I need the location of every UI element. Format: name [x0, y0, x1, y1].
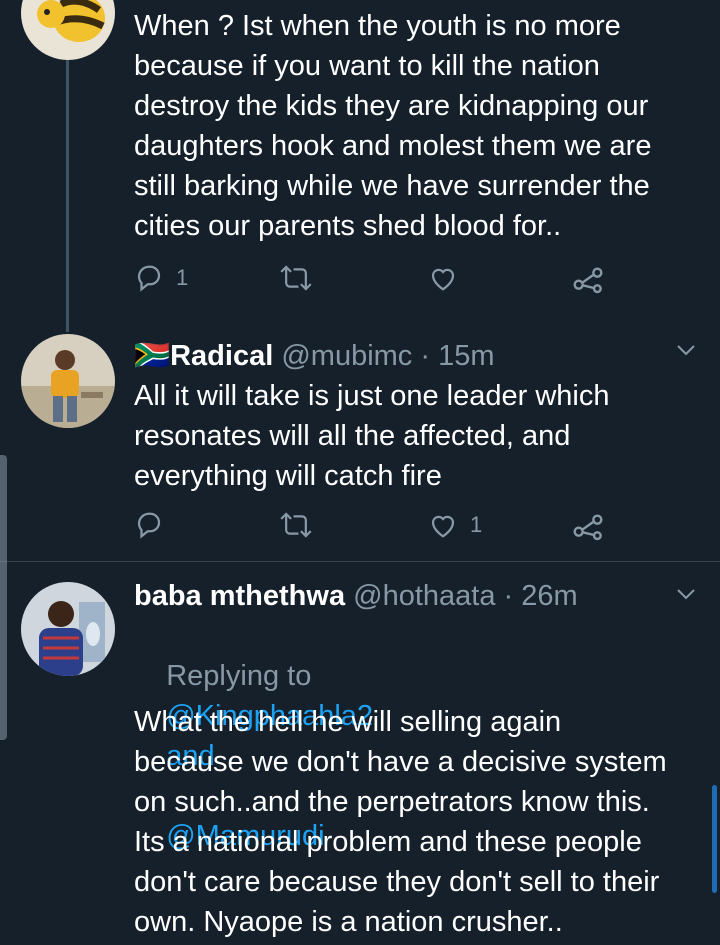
like-icon [431, 268, 455, 291]
tweet-header: baba mthethwa @hothaata · 26m [134, 576, 578, 616]
reply-button[interactable] [134, 507, 176, 543]
share-button[interactable] [572, 260, 604, 296]
tweet-actions: 1 [134, 260, 614, 296]
replying-to-label: Replying to [166, 660, 312, 692]
tweet-actions: 1 [134, 507, 614, 543]
thread-line [66, 60, 69, 332]
like-count: 1 [470, 512, 483, 537]
user-name[interactable]: baba mthethwa [134, 580, 345, 612]
tweet-menu-button[interactable] [674, 340, 698, 365]
chevron-down-icon [677, 589, 695, 600]
tweet-1[interactable]: When ? Ist when the youth is no more bec… [0, 0, 720, 332]
share-icon [573, 514, 603, 541]
tweet-text: All it will take is just one leader whic… [134, 380, 610, 492]
tweet-2[interactable]: 🇿🇦Radical @mubimc · 15m All it will take… [0, 332, 720, 562]
reply-count: 1 [176, 265, 189, 290]
retweet-icon [280, 265, 312, 291]
like-button[interactable]: 1 [428, 507, 482, 543]
like-icon [431, 515, 455, 538]
user-handle[interactable]: @mubimc [281, 340, 412, 372]
tweet-3[interactable]: baba mthethwa @hothaata · 26m Replying t… [0, 562, 720, 945]
avatar-baba[interactable] [21, 582, 115, 676]
like-button[interactable] [428, 260, 470, 296]
tweet-header: 🇿🇦Radical @mubimc · 15m [134, 336, 495, 376]
tweet-text: When ? Ist when the youth is no more bec… [134, 10, 652, 242]
retweet-button[interactable] [280, 260, 312, 296]
tweet-text: What the hell he will selling again beca… [134, 706, 667, 938]
tweet-time: · 15m [420, 340, 495, 372]
retweet-icon [280, 512, 312, 538]
share-button[interactable] [572, 507, 604, 543]
avatar-radical[interactable] [21, 334, 115, 428]
user-name[interactable]: Radical [170, 340, 273, 372]
reply-icon [137, 512, 161, 539]
flag-emoji: 🇿🇦 [134, 340, 171, 372]
avatar-bee[interactable] [21, 0, 115, 60]
tweet-time: · 26m [503, 580, 578, 612]
edge-handle[interactable] [0, 455, 7, 740]
chevron-down-icon [677, 345, 695, 356]
share-icon [573, 267, 603, 294]
scrollbar[interactable] [712, 785, 717, 893]
retweet-button[interactable] [280, 507, 312, 543]
tweet-menu-button[interactable] [674, 584, 698, 609]
reply-button[interactable]: 1 [134, 260, 188, 296]
reply-icon [137, 265, 161, 292]
user-handle[interactable]: @hothaata [353, 580, 495, 612]
